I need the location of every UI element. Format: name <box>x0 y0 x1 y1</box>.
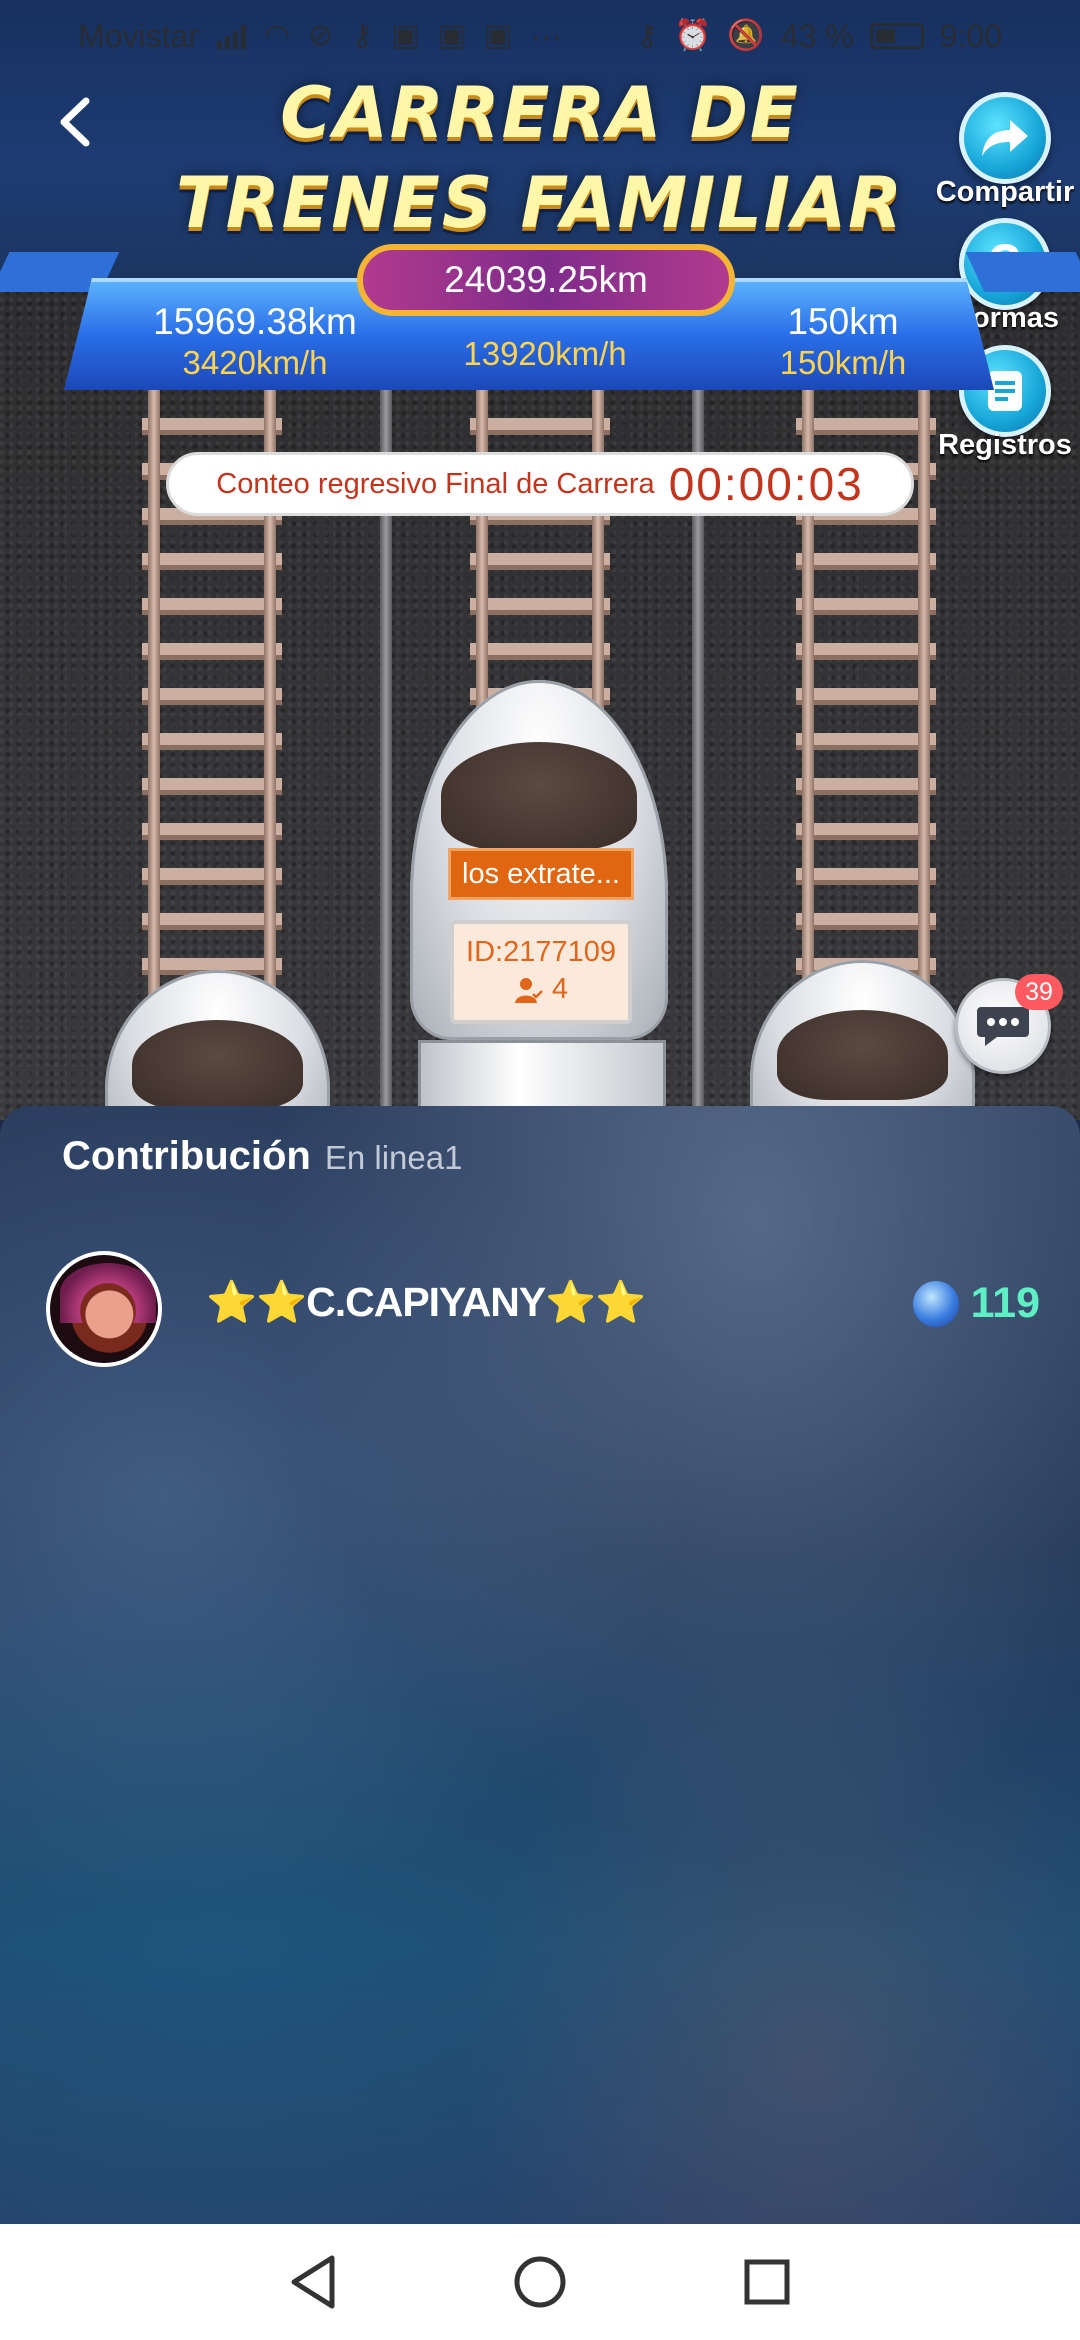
key-icon: ⚷ <box>636 19 659 52</box>
lane-stat-right: 150km 150km/h <box>713 300 973 382</box>
square-recents-icon <box>744 2259 790 2305</box>
wifi-icon: ◠ <box>263 19 291 52</box>
train-right <box>750 960 975 1120</box>
page-title: CARRERA DE TRENES FAMILIAR <box>140 68 940 248</box>
online-count: En linea1 <box>324 1139 463 1176</box>
race-area: Movistar ◠ ⊘ ⚷ ▣ ▣ ▣ ··· ⚷ ⏰ 🔕 43 % 9:00… <box>0 0 1080 1120</box>
more-notifications-icon: ··· <box>530 17 563 54</box>
team-id: ID:2177109 <box>466 936 616 968</box>
countdown-label: Conteo regresivo Final de Carrera <box>216 467 655 500</box>
circle-home-icon <box>514 2256 566 2308</box>
chevron-left-icon <box>60 97 90 147</box>
train-left <box>105 970 330 1120</box>
chat-unread-badge: 39 <box>1015 974 1063 1010</box>
contribution-panel: Contribución En linea1 ⭐⭐C.CAPIYANY⭐⭐ 11… <box>0 1106 1080 2224</box>
title-line-1: CARRERA DE <box>280 72 800 154</box>
lane-speed: 150km/h <box>779 344 907 381</box>
countdown-time: 00:00:03 <box>668 458 864 510</box>
battery-percent: 43 % <box>780 17 854 54</box>
mute-icon: 🔕 <box>727 19 765 52</box>
nav-back-button[interactable] <box>278 2247 348 2317</box>
system-nav-bar <box>0 2224 1080 2340</box>
team-name-tag: los extrate... <box>448 848 634 900</box>
panel-title: Contribución <box>62 1134 311 1178</box>
lane-stat-center: 13920km/h <box>415 335 675 373</box>
avatar[interactable] <box>46 1251 162 1367</box>
share-label: Compartir <box>935 176 1075 208</box>
countdown-bar: Conteo regresivo Final de Carrera 00:00:… <box>166 452 914 516</box>
team-id-card: ID:2177109 4 <box>450 920 632 1024</box>
list-item[interactable]: ⭐⭐C.CAPIYANY⭐⭐ 119 <box>46 1251 1046 1369</box>
records-label: Registros <box>938 429 1072 461</box>
alarm-icon: ⏰ <box>674 19 712 52</box>
lane-distance: 15969.38km <box>153 301 357 342</box>
contribution-value: 119 <box>970 1279 1040 1327</box>
member-contribution: 119 <box>912 1279 1040 1328</box>
signal-icon <box>216 23 246 49</box>
clock: 9:00 <box>939 17 1002 54</box>
team-member-count: 4 <box>551 973 569 1005</box>
triangle-back-icon <box>291 2255 335 2309</box>
member-name: ⭐⭐C.CAPIYANY⭐⭐ <box>206 1279 646 1325</box>
app-notification-icon: ▣ <box>391 19 420 52</box>
nav-home-button[interactable] <box>505 2247 575 2317</box>
panel-header: Contribución En linea1 <box>62 1134 462 1179</box>
lane-speed: 13920km/h <box>463 335 627 372</box>
battery-icon <box>869 23 924 49</box>
share-icon <box>959 92 1051 184</box>
blocked-icon: ⊘ <box>308 19 334 52</box>
share-button[interactable]: Compartir <box>930 92 1080 209</box>
lane-stat-left: 15969.38km 3420km/h <box>125 300 385 382</box>
total-distance: 24039.25km <box>357 244 735 316</box>
app-notification-icon: ▣ <box>437 19 466 52</box>
chat-icon <box>977 1007 1029 1046</box>
status-bar: Movistar ◠ ⊘ ⚷ ▣ ▣ ▣ ··· ⚷ ⏰ 🔕 43 % 9:00 <box>0 0 1080 72</box>
back-button[interactable] <box>46 92 106 152</box>
lane-speed: 3420km/h <box>182 344 328 381</box>
gem-icon <box>912 1280 959 1327</box>
carrier-name: Movistar <box>78 17 199 54</box>
title-line-2: TRENES FAMILIAR <box>175 162 905 244</box>
member-icon <box>514 977 543 1003</box>
banner-wing <box>965 252 1080 292</box>
lane-distance: 150km <box>787 301 899 342</box>
key-icon: ⚷ <box>351 19 374 52</box>
nav-recents-button[interactable] <box>732 2247 802 2317</box>
app-notification-icon: ▣ <box>483 19 513 52</box>
